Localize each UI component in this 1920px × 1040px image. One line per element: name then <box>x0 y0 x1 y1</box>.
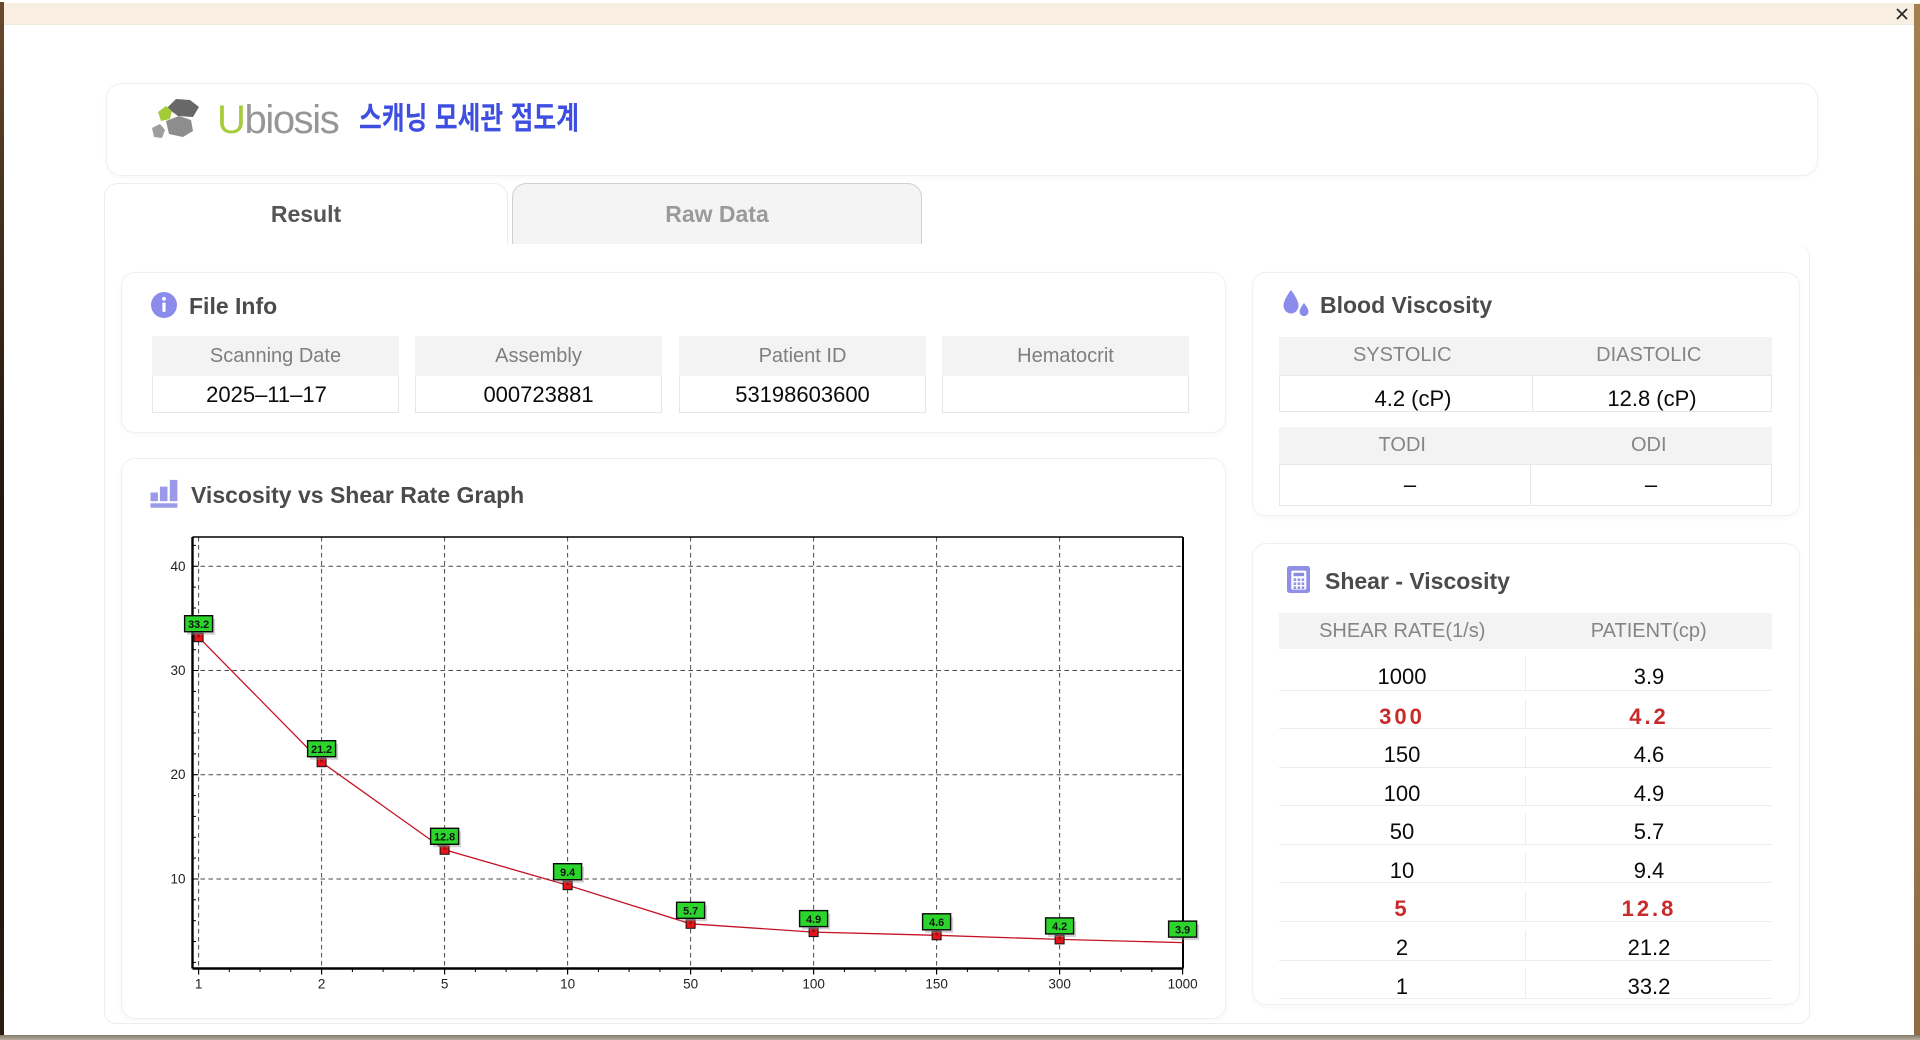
svg-text:33.2: 33.2 <box>188 619 209 631</box>
svg-text:150: 150 <box>925 977 948 992</box>
svg-text:10: 10 <box>170 872 185 887</box>
svg-text:5.7: 5.7 <box>683 906 698 918</box>
svg-text:4.9: 4.9 <box>806 914 821 926</box>
svg-text:20: 20 <box>170 767 185 782</box>
svg-text:5: 5 <box>441 977 449 992</box>
svg-text:1: 1 <box>195 977 203 992</box>
svg-text:30: 30 <box>170 663 185 678</box>
svg-text:1000: 1000 <box>1168 977 1198 992</box>
svg-text:40: 40 <box>170 559 185 574</box>
svg-text:50: 50 <box>683 977 698 992</box>
svg-text:100: 100 <box>802 977 825 992</box>
svg-text:21.2: 21.2 <box>311 744 332 756</box>
svg-text:10: 10 <box>560 977 575 992</box>
svg-text:9.4: 9.4 <box>560 867 575 879</box>
svg-text:12.8: 12.8 <box>434 832 455 844</box>
svg-text:4.6: 4.6 <box>929 917 944 929</box>
svg-text:4.2: 4.2 <box>1052 921 1067 933</box>
svg-text:3.9: 3.9 <box>1175 924 1190 936</box>
svg-text:300: 300 <box>1048 977 1071 992</box>
svg-text:2: 2 <box>318 977 326 992</box>
